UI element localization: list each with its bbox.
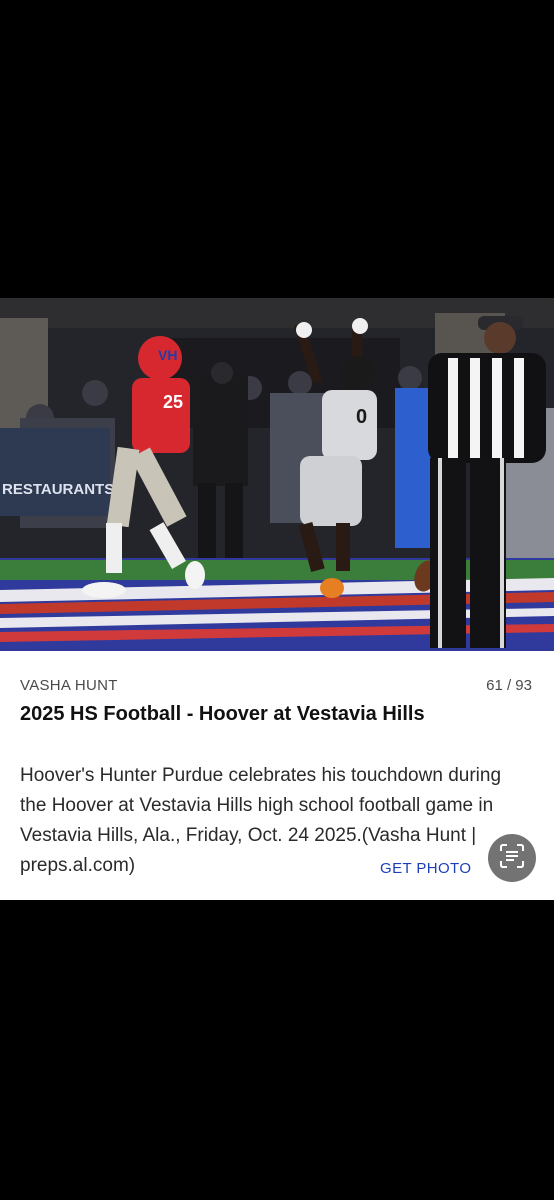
text-scan-button[interactable] — [488, 834, 536, 882]
caption-card: VASHA HUNT 61 / 93 2025 HS Football - Ho… — [0, 651, 554, 900]
photo-counter: 61 / 93 — [486, 677, 532, 694]
photo-viewer: RESTAURANTS VH 25 0 VASHA HUNT 61 / 93 2… — [0, 0, 554, 1200]
jersey-left-number: 25 — [163, 392, 183, 412]
gallery-photo[interactable]: RESTAURANTS VH 25 0 — [0, 298, 554, 651]
photo-credit: VASHA HUNT — [20, 677, 118, 694]
helmet-logo: VH — [158, 347, 177, 363]
get-photo-link[interactable]: GET PHOTO — [380, 860, 476, 877]
banner-text: RESTAURANTS — [2, 481, 114, 498]
gallery-title: 2025 HS Football - Hoover at Vestavia Hi… — [20, 703, 425, 725]
jersey-right-number: 0 — [356, 406, 367, 428]
text-scan-icon — [499, 843, 525, 874]
